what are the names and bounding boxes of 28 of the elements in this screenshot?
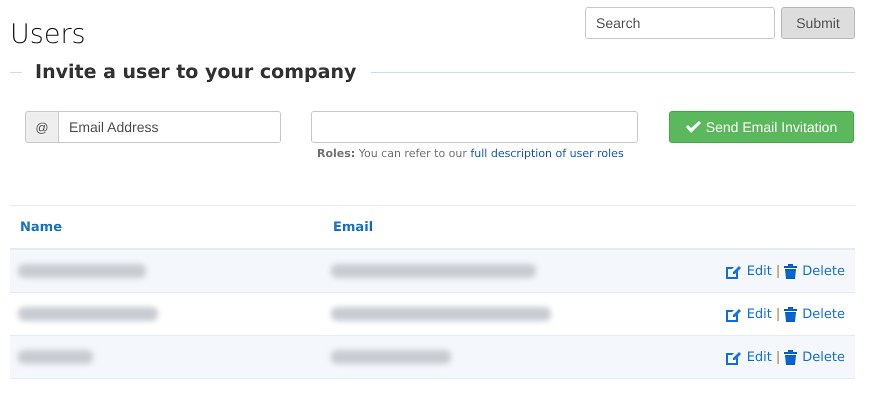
column-header[interactable]: Email (331, 220, 845, 234)
edit-icon (724, 264, 742, 278)
edit-icon (724, 350, 742, 364)
search-field[interactable]: Search (585, 7, 775, 39)
trash-icon (784, 264, 798, 278)
roles-link[interactable]: full description of user roles (470, 147, 624, 160)
edit-link[interactable]: Edit (724, 306, 772, 322)
check-icon (686, 121, 701, 133)
column-header[interactable]: Name (18, 220, 331, 234)
send-invitation-button[interactable]: Send Email Invitation (669, 111, 854, 143)
email-field[interactable]: Email Address (59, 111, 281, 143)
edit-icon (724, 306, 742, 322)
roles-help-text: Roles: You can refer to our full description of user roles (317, 147, 625, 160)
trash-icon (784, 350, 798, 364)
section-heading: Invite a user to your company (35, 61, 356, 83)
submit-button[interactable]: Submit (781, 7, 855, 39)
edit-link[interactable]: Edit (724, 264, 772, 278)
delete-link[interactable]: Delete (784, 264, 845, 278)
trash-icon (784, 306, 798, 322)
delete-link[interactable]: Delete (784, 306, 845, 322)
delete-link[interactable]: Delete (784, 350, 845, 364)
separator: | (776, 350, 780, 364)
roles-field[interactable] (311, 111, 638, 143)
separator: | (776, 306, 780, 322)
edit-link[interactable]: Edit (724, 350, 772, 364)
page-title: Users (10, 19, 86, 50)
separator: | (776, 264, 780, 278)
at-sign-addon: @ (25, 111, 59, 143)
